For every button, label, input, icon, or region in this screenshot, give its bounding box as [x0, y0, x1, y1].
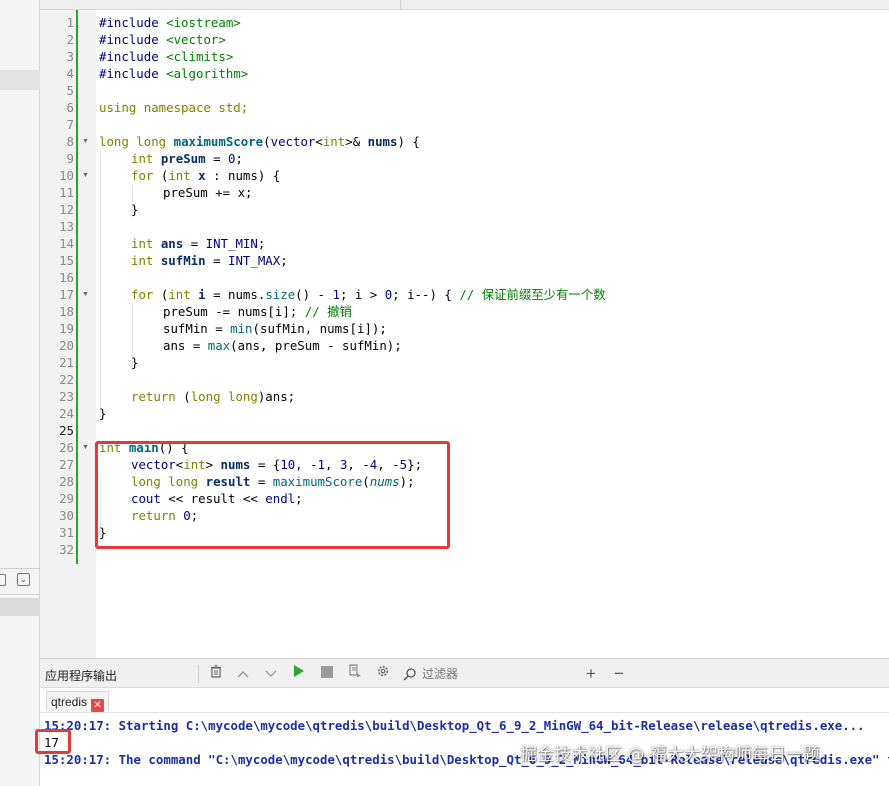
line-number: 19 — [59, 321, 74, 336]
left-sidebar: ⌄ — [0, 0, 40, 786]
tab-label: qtredis — [51, 695, 88, 709]
line-number: 10 — [59, 168, 74, 183]
code-highlight-box — [95, 441, 450, 549]
trash-icon[interactable] — [206, 664, 226, 684]
fold-marker-icon[interactable]: ▼ — [82, 133, 90, 150]
sidebar-separator — [0, 594, 40, 595]
output-toolbar: 应用程序输出 + − — [40, 658, 889, 688]
line-number: 1 — [66, 15, 74, 30]
line-number: 13 — [59, 219, 74, 234]
code-line-23: return (long long)ans; — [131, 389, 296, 404]
editor-tab-strip[interactable] — [40, 0, 889, 10]
line-number: 6 — [66, 100, 74, 115]
code-line-10: for (int x : nums) { — [131, 168, 281, 183]
code-line-3: #include <climits> — [99, 49, 234, 64]
line-number-gutter[interactable]: 1 2 3 4 5 6 7 8 9 10 11 12 13 14 15 16 1… — [40, 10, 96, 658]
sidebar-selected-row[interactable] — [0, 70, 40, 90]
output-tab-bar: qtredis ✕ — [40, 689, 889, 713]
code-line-2: #include <vector> — [99, 32, 226, 47]
current-line-number: 25 — [59, 423, 74, 438]
toolbar-separator — [198, 665, 199, 683]
line-number: 21 — [59, 355, 74, 370]
code-line-20: ans = max(ans, preSum - sufMin); — [163, 338, 402, 353]
filter-field[interactable] — [400, 663, 570, 685]
line-number: 18 — [59, 304, 74, 319]
output-highlight-box — [35, 729, 71, 754]
code-line-17: for (int i = nums.size() - 1; i > 0; i--… — [131, 287, 606, 302]
line-number: 23 — [59, 389, 74, 404]
code-line-21: } — [131, 355, 139, 370]
line-number: 27 — [59, 457, 74, 472]
watermark: 掘金技术社区 @ 福大大架构师每日一题 — [520, 745, 820, 765]
code-line-6: using namespace std; — [99, 100, 249, 115]
stop-icon[interactable] — [317, 664, 337, 684]
sidebar-separator — [0, 568, 40, 569]
line-number: 22 — [59, 372, 74, 387]
code-line-15: int sufMin = INT_MAX; — [131, 253, 288, 268]
minus-icon[interactable]: − — [609, 664, 629, 684]
line-number: 7 — [66, 117, 74, 132]
chevron-down-icon[interactable] — [261, 664, 281, 684]
line-number: 5 — [66, 83, 74, 98]
line-number: 8 — [66, 134, 74, 149]
change-indicator-bar — [76, 10, 78, 564]
code-line-8: long long maximumScore(vector<int>& nums… — [99, 134, 420, 149]
code-line-18: preSum -= nums[i]; // 撤销 — [163, 304, 352, 319]
code-line-1: #include <iostream> — [99, 15, 241, 30]
code-line-9: int preSum = 0; — [131, 151, 243, 166]
sidebar-collapse-icon[interactable]: ⌄ — [17, 573, 30, 586]
close-icon[interactable]: ✕ — [91, 699, 105, 712]
search-icon — [403, 667, 417, 686]
line-number: 15 — [59, 253, 74, 268]
line-number: 14 — [59, 236, 74, 251]
line-number: 3 — [66, 49, 74, 64]
tab-qtredis[interactable]: qtredis ✕ — [46, 691, 110, 712]
fold-marker-icon[interactable]: ▼ — [82, 167, 90, 184]
chevron-up-icon[interactable] — [233, 664, 253, 684]
code-line-24: } — [99, 406, 107, 421]
code-line-11: preSum += x; — [163, 185, 253, 200]
line-number: 12 — [59, 202, 74, 217]
fold-marker-icon[interactable]: ▼ — [82, 286, 90, 303]
line-number: 31 — [59, 525, 74, 540]
code-line-14: int ans = INT_MIN; — [131, 236, 266, 251]
clean-icon[interactable] — [345, 664, 365, 684]
sidebar-selected-row[interactable] — [0, 598, 40, 616]
line-number: 32 — [59, 542, 74, 557]
code-line-19: sufMin = min(sufMin, nums[i]); — [163, 321, 387, 336]
line-number: 26 — [59, 440, 74, 455]
line-number: 24 — [59, 406, 74, 421]
line-number: 29 — [59, 491, 74, 506]
run-icon[interactable] — [289, 664, 309, 684]
code-line-4: #include <algorithm> — [99, 66, 249, 81]
indent-guide — [100, 150, 101, 422]
line-number: 2 — [66, 32, 74, 47]
line-number: 17 — [59, 287, 74, 302]
filter-input[interactable] — [422, 663, 562, 685]
gear-icon[interactable] — [373, 664, 393, 684]
line-number: 20 — [59, 338, 74, 353]
output-line-start: 15:20:17: Starting C:\mycode\mycode\qtre… — [44, 718, 865, 733]
tab-separator — [400, 0, 401, 10]
line-number: 4 — [66, 66, 74, 81]
output-panel-title: 应用程序输出 — [45, 669, 118, 683]
code-line-12: } — [131, 202, 139, 217]
line-number: 11 — [59, 185, 74, 200]
line-number: 16 — [59, 270, 74, 285]
line-number: 28 — [59, 474, 74, 489]
line-number: 30 — [59, 508, 74, 523]
line-number: 9 — [66, 151, 74, 166]
plus-icon[interactable]: + — [581, 664, 601, 684]
code-editor[interactable]: #include <iostream> #include <vector> #i… — [96, 10, 889, 658]
fold-marker-icon[interactable]: ▼ — [82, 439, 90, 456]
sidebar-filter-icon[interactable] — [0, 574, 6, 586]
